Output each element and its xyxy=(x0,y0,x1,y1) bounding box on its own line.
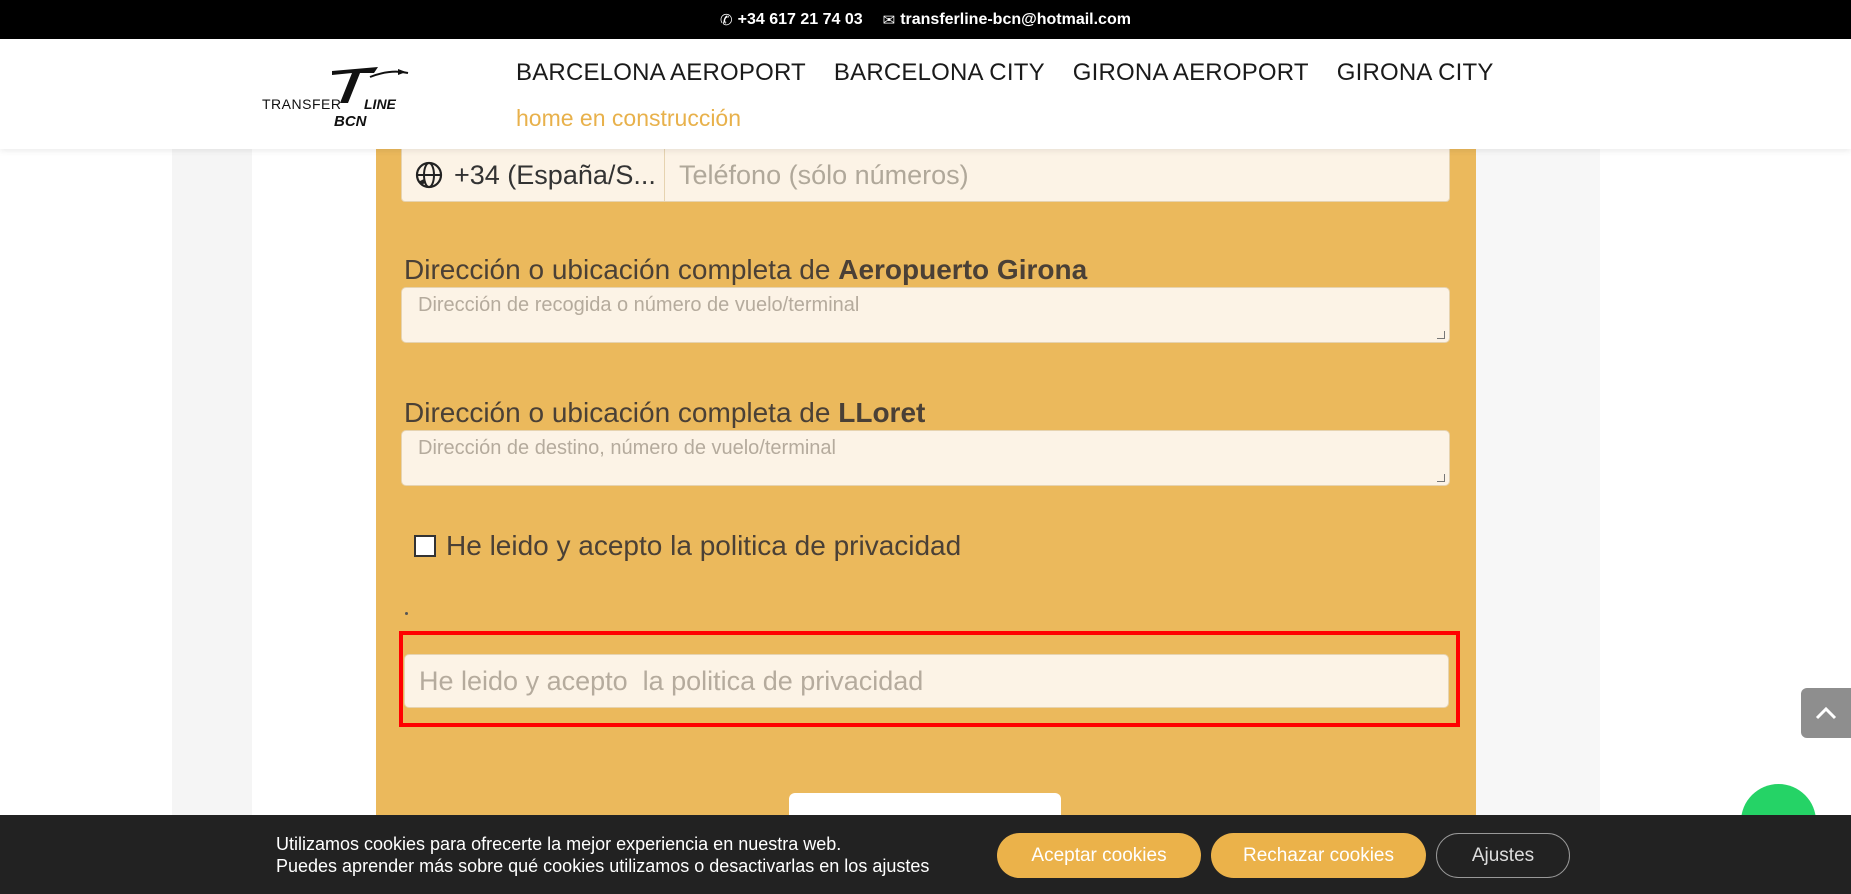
site-logo[interactable]: TRANSFER LINE BCN xyxy=(260,63,410,133)
topbar-email[interactable]: ✉ transferline-bcn@hotmail.com xyxy=(883,11,1131,29)
stray-dot xyxy=(405,612,408,615)
right-gutter xyxy=(1476,149,1600,894)
nav-home-en-construccion[interactable]: home en construcción xyxy=(516,105,1522,132)
nav-barcelona-aeroport[interactable]: BARCELONA AEROPORT xyxy=(516,59,806,87)
chevron-up-icon xyxy=(1815,706,1837,720)
globe-phone-icon xyxy=(415,161,443,189)
topbar-email-text: transferline-bcn@hotmail.com xyxy=(900,10,1131,28)
cookie-consent-bar: Utilizamos cookies para ofrecerte la mej… xyxy=(0,815,1851,894)
nav-girona-city[interactable]: GIRONA CITY xyxy=(1337,59,1494,87)
topbar-phone[interactable]: ✆ +34 617 21 74 03 xyxy=(720,11,863,29)
topbar-phone-text: +34 617 21 74 03 xyxy=(737,10,863,28)
destination-label-prefix: Dirección o ubicación completa de xyxy=(404,397,839,428)
cookie-message: Utilizamos cookies para ofrecerte la mej… xyxy=(276,833,929,877)
accept-cookies-button[interactable]: Aceptar cookies xyxy=(997,833,1201,878)
country-code-select[interactable]: +34 (España/S... xyxy=(402,149,665,201)
site-header: TRANSFER LINE BCN BARCELONA AEROPORT BAR… xyxy=(0,39,1851,149)
resize-handle-icon[interactable] xyxy=(1437,331,1445,339)
privacy-checkbox[interactable] xyxy=(414,535,436,557)
resize-handle-icon[interactable] xyxy=(1437,474,1445,482)
nav-barcelona-city[interactable]: BARCELONA CITY xyxy=(834,59,1045,87)
main-nav: BARCELONA AEROPORT BARCELONA CITY GIRONA… xyxy=(516,59,1522,132)
pickup-label-prefix: Dirección o ubicación completa de xyxy=(404,254,839,285)
logo-word-line: LINE xyxy=(364,96,396,112)
phone-field: +34 (España/S... xyxy=(401,149,1450,202)
pickup-placeholder: Dirección de recogida o número de vuelo/… xyxy=(418,294,860,316)
cookie-settings-button[interactable]: Ajustes xyxy=(1436,833,1570,878)
logo-word-transfer: TRANSFER xyxy=(262,96,342,112)
phone-input[interactable] xyxy=(665,149,1449,201)
pickup-label-bold: Aeropuerto Girona xyxy=(838,254,1088,285)
destination-label: Dirección o ubicación completa de LLoret xyxy=(404,397,925,429)
pickup-label: Dirección o ubicación completa de Aeropu… xyxy=(404,254,1087,286)
left-gutter xyxy=(172,149,252,894)
privacy-checkbox-label[interactable]: He leido y acepto la politica de privaci… xyxy=(446,530,961,562)
destination-address-textarea[interactable]: Dirección de destino, número de vuelo/te… xyxy=(401,430,1450,486)
top-contact-bar: ✆ +34 617 21 74 03 ✉ transferline-bcn@ho… xyxy=(0,0,1851,39)
privacy-text-input[interactable] xyxy=(404,654,1449,708)
destination-placeholder: Dirección de destino, número de vuelo/te… xyxy=(418,437,836,459)
reject-cookies-button[interactable]: Rechazar cookies xyxy=(1211,833,1426,878)
logo-word-bcn: BCN xyxy=(334,113,367,130)
cookie-message-line-2: Puedes aprender más sobre qué cookies ut… xyxy=(276,856,930,876)
envelope-icon: ✉ xyxy=(882,11,896,29)
destination-label-bold: LLoret xyxy=(838,397,926,428)
privacy-checkbox-row: He leido y acepto la politica de privaci… xyxy=(414,530,961,562)
scroll-to-top-button[interactable] xyxy=(1801,688,1851,738)
country-code-value: +34 (España/S... xyxy=(454,159,656,190)
nav-girona-aeroport[interactable]: GIRONA AEROPORT xyxy=(1073,59,1309,87)
phone-icon: ✆ xyxy=(720,11,733,29)
pickup-address-textarea[interactable]: Dirección de recogida o número de vuelo/… xyxy=(401,287,1450,343)
cookie-message-line-1: Utilizamos cookies para ofrecerte la mej… xyxy=(276,834,842,854)
